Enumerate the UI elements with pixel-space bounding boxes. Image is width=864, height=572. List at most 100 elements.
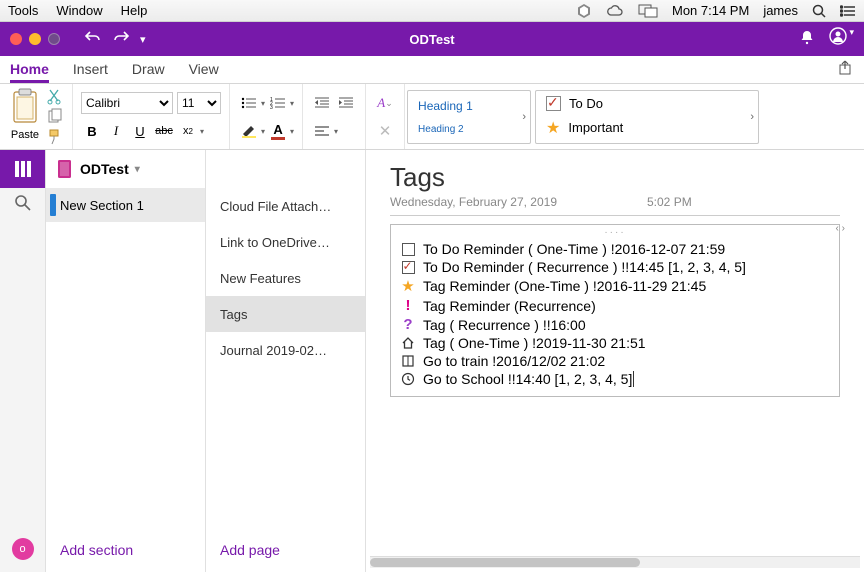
qat-customize-button[interactable]: ▾ bbox=[140, 33, 146, 46]
share-button[interactable] bbox=[838, 60, 854, 83]
ribbon: Paste Calibri 11 B I U abc x2▾ ▾ 123▾ bbox=[0, 84, 864, 150]
bold-button[interactable]: B bbox=[81, 120, 103, 142]
align-button[interactable] bbox=[311, 120, 333, 142]
note-line[interactable]: ?Tag ( Recurrence ) !!16:00 bbox=[399, 315, 831, 334]
bullets-button[interactable] bbox=[238, 92, 260, 114]
note-text: Go to School !!14:40 [1, 2, 3, 4, 5] bbox=[423, 371, 634, 387]
window-zoom-button[interactable] bbox=[48, 33, 60, 45]
rail-search-button[interactable] bbox=[14, 194, 32, 217]
book-icon bbox=[399, 354, 417, 368]
redo-button[interactable] bbox=[112, 29, 130, 50]
tab-insert[interactable]: Insert bbox=[73, 57, 108, 83]
style-heading1[interactable]: Heading 1 bbox=[418, 99, 508, 113]
note-line[interactable]: To Do Reminder ( One-Time ) !2016-12-07 … bbox=[399, 240, 831, 258]
nav-rail: o bbox=[0, 150, 46, 572]
menubar-screens-icon[interactable] bbox=[638, 4, 658, 18]
window-minimize-button[interactable] bbox=[29, 33, 41, 45]
add-page-button[interactable]: Add page bbox=[206, 528, 365, 572]
page-item[interactable]: Cloud File Attach… bbox=[206, 188, 365, 224]
cut-icon[interactable] bbox=[46, 88, 64, 106]
star-icon: ★ bbox=[399, 277, 417, 295]
list-group: ▾ 123▾ ▾ A▾ bbox=[230, 84, 303, 149]
tag-important[interactable]: ★ Important bbox=[546, 118, 736, 138]
menubar-cloud-icon[interactable] bbox=[606, 4, 624, 18]
format-painter-icon[interactable] bbox=[46, 128, 64, 146]
checkbox-icon bbox=[546, 96, 561, 111]
note-text: Tag Reminder (Recurrence) bbox=[423, 298, 596, 314]
style-heading2[interactable]: Heading 2 bbox=[418, 124, 508, 135]
font-color-button[interactable]: A bbox=[267, 120, 289, 142]
tags-expand-icon[interactable]: › bbox=[750, 111, 754, 123]
menubar-clock[interactable]: Mon 7:14 PM bbox=[672, 3, 749, 18]
account-icon[interactable]: ▾ bbox=[829, 27, 854, 52]
note-text: Go to train !2016/12/02 21:02 bbox=[423, 353, 605, 369]
page-date: Wednesday, February 27, 2019 bbox=[390, 195, 557, 209]
subscript-button[interactable]: x2 bbox=[177, 120, 199, 142]
clock-icon bbox=[399, 372, 417, 386]
numbering-button[interactable]: 123 bbox=[267, 92, 289, 114]
tags-gallery[interactable]: To Do ★ Important › bbox=[535, 90, 759, 144]
note-line[interactable]: Go to School !!14:40 [1, 2, 3, 4, 5] bbox=[399, 370, 831, 388]
clear-group: A⌄ ✕ bbox=[366, 84, 405, 149]
note-container[interactable]: ···· ‹ › To Do Reminder ( One-Time ) !20… bbox=[390, 224, 840, 397]
section-item[interactable]: New Section 1 bbox=[46, 188, 205, 222]
note-line[interactable]: Tag ( One-Time ) !2019-11-30 21:51 bbox=[399, 334, 831, 352]
page-item[interactable]: Journal 2019-02… bbox=[206, 332, 365, 368]
page-title[interactable]: Tags bbox=[390, 158, 840, 195]
note-line[interactable]: ★ Tag Reminder (One-Time ) !2016-11-29 21… bbox=[399, 276, 831, 296]
copy-icon[interactable] bbox=[46, 108, 64, 126]
note-text: Tag Reminder (One-Time ) !2016-11-29 21:… bbox=[423, 278, 706, 294]
note-line[interactable]: ! Tag Reminder (Recurrence) bbox=[399, 296, 831, 315]
notebooks-button[interactable] bbox=[0, 150, 45, 188]
tag-important-label: Important bbox=[568, 120, 623, 135]
note-resize-handle[interactable]: ‹ › bbox=[836, 223, 845, 234]
pages-column: Cloud File Attach…Link to OneDrive…New F… bbox=[206, 150, 366, 572]
page-content[interactable]: Tags Wednesday, February 27, 2019 5:02 P… bbox=[366, 150, 864, 572]
tag-todo[interactable]: To Do bbox=[546, 96, 736, 111]
indent-group: ▾ bbox=[303, 84, 366, 149]
styles-expand-icon[interactable]: › bbox=[522, 111, 526, 123]
note-line[interactable]: Go to train !2016/12/02 21:02 bbox=[399, 352, 831, 370]
menubar-hex-icon[interactable] bbox=[576, 3, 592, 19]
highlight-button[interactable] bbox=[238, 120, 260, 142]
page-meta: Wednesday, February 27, 2019 5:02 PM bbox=[390, 195, 840, 216]
underline-button[interactable]: U bbox=[129, 120, 151, 142]
notebook-header[interactable]: ODTest ▾ bbox=[46, 150, 205, 188]
page-item[interactable]: New Features bbox=[206, 260, 365, 296]
add-section-button[interactable]: Add section bbox=[46, 528, 205, 572]
menu-help[interactable]: Help bbox=[121, 3, 148, 18]
page-item[interactable]: Tags bbox=[206, 296, 365, 332]
italic-button[interactable]: I bbox=[105, 120, 127, 142]
note-grip-icon[interactable]: ···· bbox=[399, 227, 831, 238]
note-line[interactable]: To Do Reminder ( Recurrence ) !!14:45 [1… bbox=[399, 258, 831, 276]
paste-button[interactable]: Paste bbox=[8, 88, 42, 141]
note-text: Tag ( Recurrence ) !!16:00 bbox=[423, 317, 586, 333]
styles-gallery[interactable]: Heading 1 Heading 2 › bbox=[407, 90, 531, 144]
menubar-user[interactable]: james bbox=[763, 3, 798, 18]
window-close-button[interactable] bbox=[10, 33, 22, 45]
chevron-down-icon: ▾ bbox=[135, 164, 140, 175]
account-avatar[interactable]: o bbox=[12, 538, 34, 560]
menubar-search-icon[interactable] bbox=[812, 4, 826, 18]
tab-home[interactable]: Home bbox=[10, 57, 49, 83]
menubar-list-icon[interactable] bbox=[840, 4, 856, 18]
note-text: To Do Reminder ( One-Time ) !2016-12-07 … bbox=[423, 241, 725, 257]
indent-button[interactable] bbox=[335, 92, 357, 114]
ribbon-tabs: Home Insert Draw View bbox=[0, 56, 864, 84]
strikethrough-button[interactable]: abc bbox=[153, 120, 175, 142]
delete-button[interactable]: ✕ bbox=[374, 120, 396, 142]
page-item[interactable]: Link to OneDrive… bbox=[206, 224, 365, 260]
clear-format-button[interactable]: A⌄ bbox=[374, 92, 396, 114]
svg-text:3: 3 bbox=[270, 105, 273, 110]
outdent-button[interactable] bbox=[311, 92, 333, 114]
tab-view[interactable]: View bbox=[189, 57, 219, 83]
menu-tools[interactable]: Tools bbox=[8, 3, 38, 18]
horizontal-scrollbar[interactable] bbox=[370, 556, 860, 568]
excl-icon: ! bbox=[399, 297, 417, 314]
tab-draw[interactable]: Draw bbox=[132, 57, 165, 83]
font-size-select[interactable]: 11 bbox=[177, 92, 221, 114]
undo-button[interactable] bbox=[84, 29, 102, 50]
notifications-icon[interactable] bbox=[799, 29, 815, 50]
font-name-select[interactable]: Calibri bbox=[81, 92, 173, 114]
menu-window[interactable]: Window bbox=[56, 3, 102, 18]
